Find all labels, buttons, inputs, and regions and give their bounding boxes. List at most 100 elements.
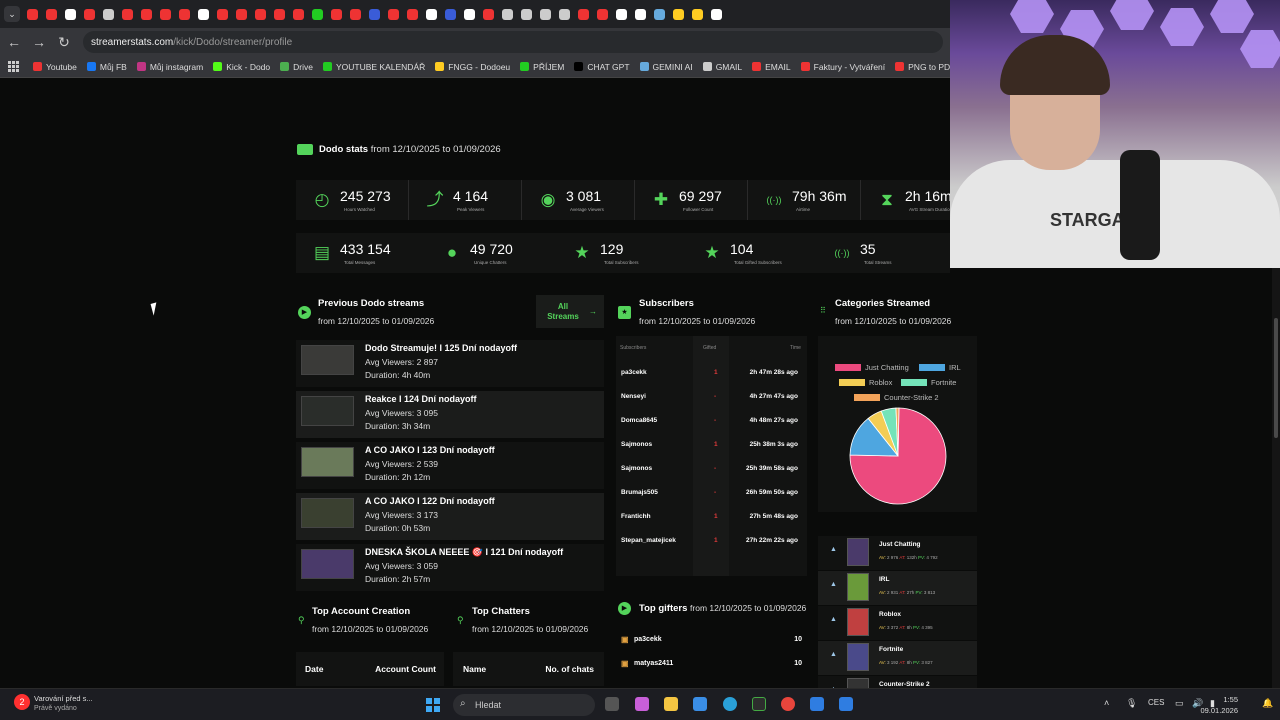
stream-title[interactable]: Reakce I 124 Dní nodayoff bbox=[365, 394, 477, 404]
task-view-icon[interactable] bbox=[605, 697, 619, 711]
tab-favicon[interactable] bbox=[350, 8, 361, 20]
terminal-icon[interactable] bbox=[752, 697, 766, 711]
tab-favicon[interactable] bbox=[65, 8, 76, 20]
tab-favicon[interactable] bbox=[445, 8, 456, 20]
tab-favicon[interactable] bbox=[407, 8, 418, 20]
tab-favicon[interactable] bbox=[578, 8, 589, 20]
clock[interactable]: 1:55 09.01.2026 bbox=[1200, 694, 1238, 716]
tab-favicon[interactable] bbox=[521, 8, 532, 20]
notification-title[interactable]: Varování před s... bbox=[34, 694, 93, 703]
category-row[interactable]: ▲ IRL AV: 2 931 AT: 27h PV: 3 813 bbox=[818, 571, 977, 605]
notifications-bell-icon[interactable]: 🔔 bbox=[1262, 698, 1273, 709]
tab-favicon[interactable] bbox=[502, 8, 513, 20]
name-column-header[interactable]: Name bbox=[463, 664, 486, 674]
category-row[interactable]: ▲ Roblox AV: 3 372 AT: 8h PV: 4 395 bbox=[818, 606, 977, 640]
expand-arrow-icon[interactable]: ▲ bbox=[830, 581, 837, 588]
taskbar-search[interactable]: ⌕ Hledat bbox=[453, 694, 595, 716]
stream-thumbnail[interactable] bbox=[301, 498, 354, 528]
chrome-icon[interactable] bbox=[781, 697, 795, 711]
edge-icon[interactable] bbox=[723, 697, 737, 711]
expand-arrow-icon[interactable]: ▲ bbox=[830, 651, 837, 658]
back-icon[interactable]: ← bbox=[3, 34, 25, 50]
tab-favicon[interactable] bbox=[179, 8, 190, 20]
stream-row[interactable]: Dodo Streamuje! I 125 Dní nodayoff Avg Vi… bbox=[296, 340, 604, 387]
app-icon[interactable] bbox=[810, 697, 824, 711]
stream-title[interactable]: A CO JAKO I 122 Dní nodayoff bbox=[365, 496, 495, 506]
bookmark-item[interactable]: Můj instagram bbox=[136, 62, 203, 72]
stream-title[interactable]: DNESKA ŠKOLA NEEEE 🎯 I 121 Dní nodayoff bbox=[365, 547, 563, 558]
category-row[interactable]: ▲ Fortnite AV: 3 192 AT: 8h PV: 3 827 bbox=[818, 641, 977, 675]
stream-row[interactable]: DNESKA ŠKOLA NEEEE 🎯 I 121 Dní nodayoff A… bbox=[296, 544, 604, 591]
language-indicator[interactable]: CES bbox=[1148, 698, 1164, 707]
category-row[interactable]: ▲ Just Chatting AV: 2 976 AT: 132h PV: 4 7… bbox=[818, 536, 977, 570]
stream-thumbnail[interactable] bbox=[301, 447, 354, 477]
stream-thumbnail[interactable] bbox=[301, 549, 354, 579]
scrollbar-thumb[interactable] bbox=[1274, 318, 1278, 438]
account-count-column-header[interactable]: Account Count bbox=[375, 664, 436, 674]
tab-favicon[interactable] bbox=[616, 8, 627, 20]
outlook-icon[interactable] bbox=[693, 697, 707, 711]
microphone-icon[interactable]: 🎙 bbox=[1126, 698, 1137, 709]
bookmark-item[interactable]: EMAIL bbox=[752, 62, 791, 72]
stream-thumbnail[interactable] bbox=[301, 396, 354, 426]
bookmark-item[interactable]: PNG to PD bbox=[895, 62, 950, 72]
expand-arrow-icon[interactable]: ▲ bbox=[830, 616, 837, 623]
stream-row[interactable]: Reakce I 124 Dní nodayoff Avg Viewers: 3 … bbox=[296, 391, 604, 438]
date-column-header[interactable]: Date bbox=[305, 664, 323, 674]
tab-favicon[interactable] bbox=[217, 8, 228, 20]
bookmark-item[interactable]: Youtube bbox=[33, 62, 77, 72]
tab-favicon[interactable] bbox=[236, 8, 247, 20]
tab-favicon[interactable] bbox=[692, 8, 703, 20]
tab-favicon[interactable] bbox=[312, 8, 323, 20]
stream-row[interactable]: A CO JAKO I 122 Dní nodayoff Avg Viewers:… bbox=[296, 493, 604, 540]
stream-row[interactable]: A CO JAKO I 123 Dní nodayoff Avg Viewers:… bbox=[296, 442, 604, 489]
tab-favicon[interactable] bbox=[597, 8, 608, 20]
reload-icon[interactable]: ↻ bbox=[53, 34, 75, 51]
tab-favicon[interactable] bbox=[255, 8, 266, 20]
stream-title[interactable]: Dodo Streamuje! I 125 Dní nodayoff bbox=[365, 343, 517, 353]
bookmark-item[interactable]: YOUTUBE KALENDÁŘ bbox=[322, 62, 425, 72]
bookmark-item[interactable]: Můj FB bbox=[86, 62, 127, 72]
tab-favicon[interactable] bbox=[388, 8, 399, 20]
tab-favicon[interactable] bbox=[293, 8, 304, 20]
bookmark-item[interactable]: Drive bbox=[280, 62, 313, 72]
app-icon-2[interactable] bbox=[839, 697, 853, 711]
bookmark-item[interactable]: PŘÍJEM bbox=[520, 62, 564, 72]
tab-favicon[interactable] bbox=[635, 8, 646, 20]
tab-favicon[interactable] bbox=[198, 8, 209, 20]
copilot-icon[interactable] bbox=[635, 697, 649, 711]
file-explorer-icon[interactable] bbox=[664, 697, 678, 711]
tab-favicon[interactable] bbox=[559, 8, 570, 20]
tab-favicon[interactable] bbox=[46, 8, 57, 20]
network-icon[interactable]: ▭ bbox=[1175, 698, 1184, 709]
tab-favicon[interactable] bbox=[540, 8, 551, 20]
tab-favicon[interactable] bbox=[274, 8, 285, 20]
tab-search-dropdown[interactable]: ⌄ bbox=[4, 6, 20, 22]
tab-favicon[interactable] bbox=[141, 8, 152, 20]
stream-title[interactable]: A CO JAKO I 123 Dní nodayoff bbox=[365, 445, 495, 455]
bookmark-item[interactable]: Kick - Dodo bbox=[213, 62, 270, 72]
forward-icon[interactable]: → bbox=[28, 34, 50, 50]
tab-favicon[interactable] bbox=[711, 8, 722, 20]
tab-favicon[interactable] bbox=[369, 8, 380, 20]
tab-favicon[interactable] bbox=[426, 8, 437, 20]
tab-favicon[interactable] bbox=[103, 8, 114, 20]
bookmark-item[interactable]: GEMINI AI bbox=[639, 62, 693, 72]
bookmark-item[interactable]: FNGG - Dodoeu bbox=[435, 62, 510, 72]
tab-favicon[interactable] bbox=[464, 8, 475, 20]
tab-favicon[interactable] bbox=[483, 8, 494, 20]
apps-grid-icon[interactable] bbox=[8, 60, 19, 73]
tab-favicon[interactable] bbox=[160, 8, 171, 20]
stream-thumbnail[interactable] bbox=[301, 345, 354, 375]
chats-column-header[interactable]: No. of chats bbox=[545, 664, 594, 674]
notification-badge[interactable]: 2 bbox=[14, 694, 30, 710]
tab-favicon[interactable] bbox=[673, 8, 684, 20]
tab-favicon[interactable] bbox=[331, 8, 342, 20]
start-windows-icon[interactable] bbox=[426, 698, 440, 712]
url-field[interactable]: streamerstats.com/kick/Dodo/streamer/pro… bbox=[83, 31, 943, 53]
tab-favicon[interactable] bbox=[27, 8, 38, 20]
bookmark-item[interactable]: GMAIL bbox=[702, 62, 742, 72]
expand-arrow-icon[interactable]: ▲ bbox=[830, 546, 837, 553]
tab-favicon[interactable] bbox=[122, 8, 133, 20]
bookmark-item[interactable]: CHAT GPT bbox=[574, 62, 630, 72]
